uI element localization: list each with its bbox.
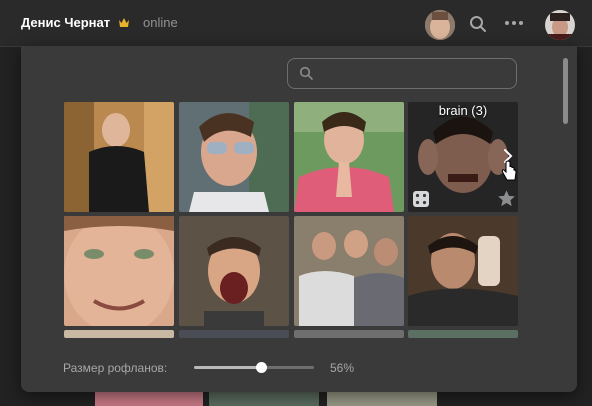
sticker-tile[interactable] <box>294 216 404 326</box>
sticker-tile[interactable] <box>179 216 289 326</box>
dice-icon[interactable] <box>412 190 430 208</box>
search-icon[interactable] <box>469 15 487 33</box>
search-icon <box>299 66 313 80</box>
sticker-pack-title: brain (3) <box>438 103 488 118</box>
background-photo <box>209 392 319 406</box>
sticker-size-label: Размер рофланов: <box>63 361 168 375</box>
scrollbar[interactable] <box>563 58 568 124</box>
more-icon[interactable] <box>504 20 524 26</box>
sticker-tile[interactable] <box>64 102 174 212</box>
hand-cursor-icon <box>501 160 517 181</box>
sticker-tile[interactable] <box>179 102 289 212</box>
sticker-tile[interactable] <box>408 330 518 338</box>
sticker-tile[interactable] <box>294 330 404 338</box>
sticker-tile[interactable] <box>179 330 289 338</box>
search-input[interactable] <box>318 64 512 84</box>
background-photo <box>327 392 437 406</box>
sticker-tile[interactable] <box>408 216 518 326</box>
slider-fill <box>194 366 262 369</box>
sticker-size-value: 56% <box>330 361 355 375</box>
online-status: online <box>143 15 178 30</box>
sticker-tile[interactable] <box>64 330 174 338</box>
background-photo <box>95 392 203 406</box>
sticker-tile[interactable] <box>294 102 404 212</box>
my-avatar[interactable] <box>545 10 575 40</box>
crown-icon <box>119 18 129 27</box>
peer-name[interactable]: Денис Чернат <box>21 15 110 30</box>
star-icon[interactable] <box>497 189 516 208</box>
sticker-size-slider[interactable] <box>194 362 314 373</box>
chat-header: Денис Чернат online <box>0 0 592 47</box>
sticker-tile[interactable] <box>64 216 174 326</box>
peer-avatar[interactable] <box>425 10 455 40</box>
search-field[interactable] <box>287 58 517 89</box>
